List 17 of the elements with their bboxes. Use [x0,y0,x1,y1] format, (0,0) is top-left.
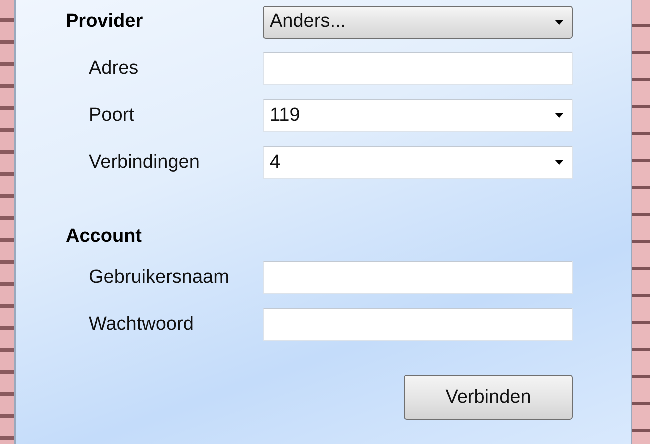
provider-dropdown[interactable]: Anders... [263,6,573,38]
input-field[interactable] [263,308,573,341]
field-label: Gebruikersnaam [89,266,230,288]
combo-box[interactable]: 119 [263,99,573,132]
section-title: Provider [66,11,144,33]
field-label: Verbindingen [89,152,201,174]
input-field[interactable] [263,261,573,294]
field-label: Wachtwoord [89,314,195,336]
caret-icon [555,113,564,118]
caret-icon [555,20,564,24]
field-label: Adres [89,58,140,80]
combo-box[interactable]: 4 [263,146,573,179]
field-label: Poort [89,104,136,126]
input-field[interactable] [263,52,573,85]
section-title: Account [66,226,143,248]
caret-icon [555,160,564,165]
connect-button[interactable]: Verbinden [404,375,573,420]
